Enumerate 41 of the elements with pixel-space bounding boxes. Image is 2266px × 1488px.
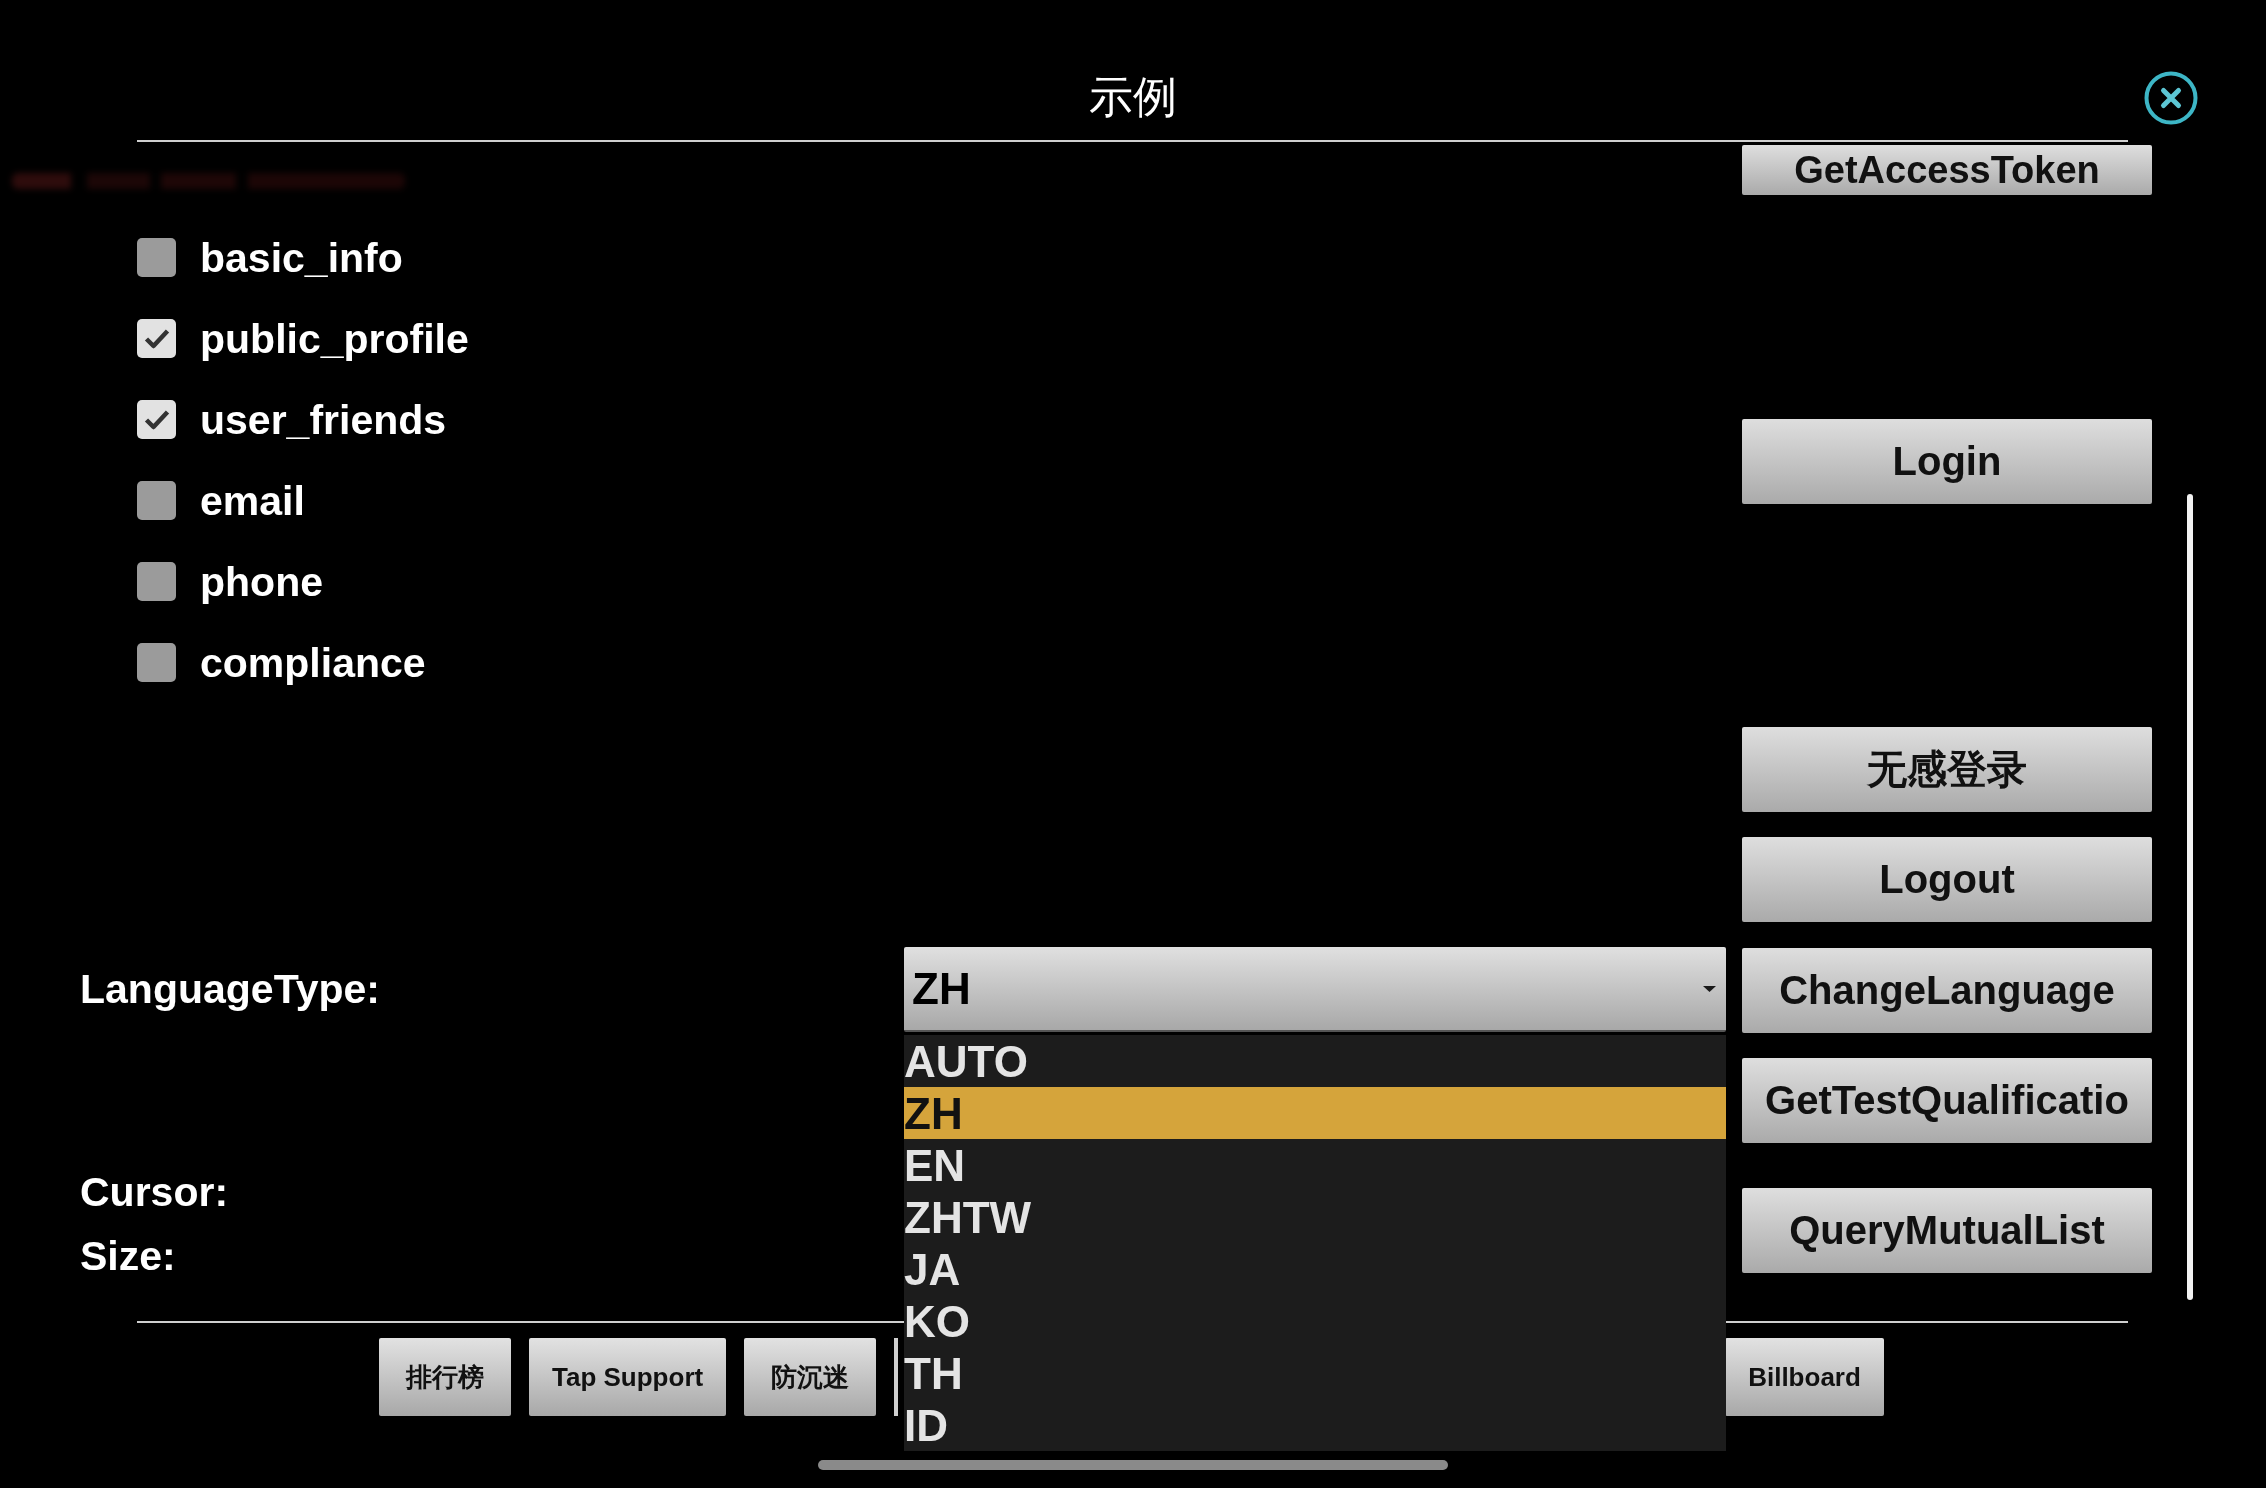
checkbox-label: email bbox=[200, 476, 305, 526]
toolbar-button[interactable]: 排行榜 bbox=[379, 1338, 511, 1416]
action-button[interactable]: QueryMutualList bbox=[1742, 1188, 2152, 1273]
checkmark-icon bbox=[143, 409, 170, 430]
action-button[interactable]: Login bbox=[1742, 419, 2152, 504]
checkbox[interactable] bbox=[137, 562, 176, 601]
dialog-title: 示例 bbox=[1088, 71, 1177, 123]
dropdown-option[interactable]: TH bbox=[904, 1347, 1726, 1399]
dropdown-option[interactable]: ZH bbox=[904, 1087, 1726, 1139]
checkbox-label: basic_info bbox=[200, 233, 403, 283]
dropdown-option[interactable]: EN bbox=[904, 1139, 1726, 1191]
dropdown-option[interactable]: AUTO bbox=[904, 1035, 1726, 1087]
toolbar-button[interactable]: Tap Support bbox=[529, 1338, 727, 1416]
language-dropdown[interactable]: ZH bbox=[904, 947, 1726, 1032]
field-label: LanguageType: bbox=[80, 966, 380, 1013]
checkbox-label: user_friends bbox=[200, 395, 447, 445]
checkbox[interactable] bbox=[137, 643, 176, 682]
checkbox[interactable] bbox=[137, 481, 176, 520]
close-icon[interactable] bbox=[2144, 71, 2198, 125]
dropdown-option[interactable]: ZHTW bbox=[904, 1191, 1726, 1243]
checkbox[interactable] bbox=[137, 238, 176, 277]
action-button[interactable]: GetAccessToken bbox=[1742, 145, 2152, 195]
dropdown-option[interactable]: KO bbox=[904, 1295, 1726, 1347]
dropdown-option[interactable]: ID bbox=[904, 1399, 1726, 1451]
checkbox[interactable] bbox=[137, 400, 176, 439]
checkbox-label: compliance bbox=[200, 638, 426, 688]
info-label: Size: bbox=[80, 1232, 177, 1281]
action-button[interactable]: GetTestQualificatio bbox=[1742, 1058, 2152, 1143]
action-button[interactable]: ChangeLanguage bbox=[1742, 948, 2152, 1033]
checkbox[interactable] bbox=[137, 319, 176, 358]
info-label: Cursor: bbox=[80, 1168, 229, 1217]
dropdown-option[interactable]: JA bbox=[904, 1243, 1726, 1295]
action-button[interactable]: 无感登录 bbox=[1742, 727, 2152, 812]
checkmark-icon bbox=[143, 328, 170, 349]
caret-icon bbox=[1703, 985, 1716, 992]
checkbox-label: phone bbox=[200, 557, 323, 607]
covered-button-edge[interactable] bbox=[894, 1338, 899, 1416]
action-button[interactable]: Logout bbox=[1742, 837, 2152, 922]
checkbox-label: public_profile bbox=[200, 314, 469, 364]
toolbar-button[interactable]: 防沉迷 bbox=[744, 1338, 877, 1416]
toolbar-button[interactable]: Billboard bbox=[1725, 1338, 1884, 1416]
